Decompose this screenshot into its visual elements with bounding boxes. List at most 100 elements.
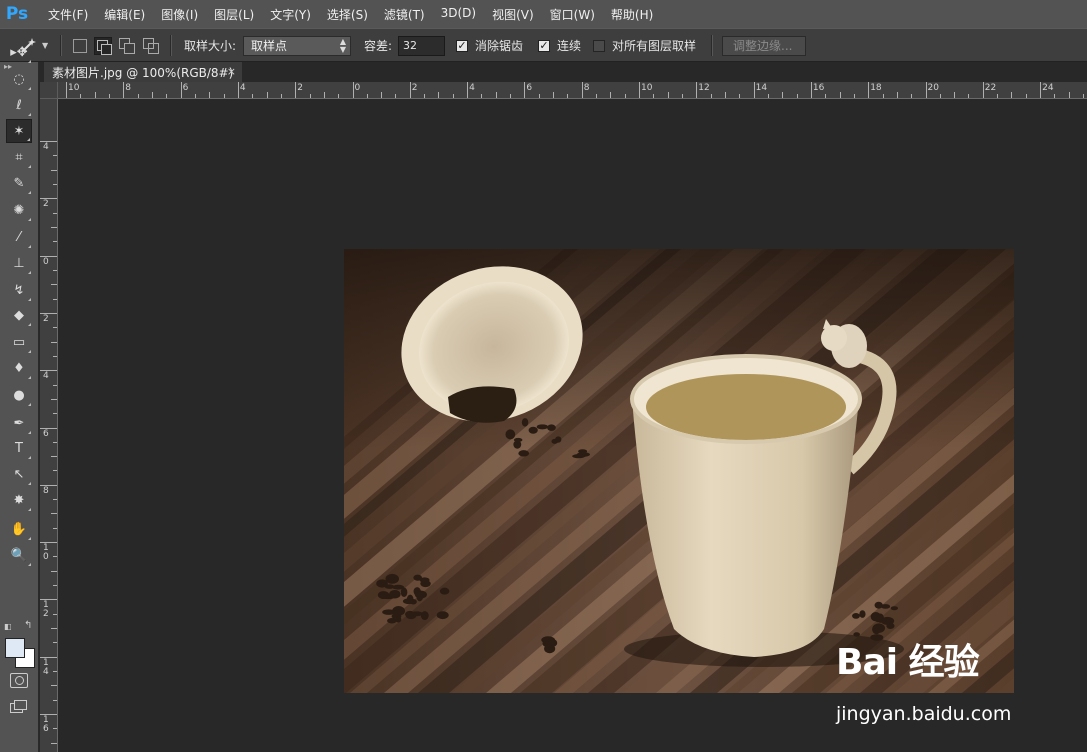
crop-tool-icon: ⌗ [15,149,23,165]
subtract-selection-icon [119,37,135,54]
ruler-label: 6 [526,83,533,93]
add-selection-icon [94,36,112,55]
anti-alias-check-icon: ✓ [456,38,468,52]
screen-mode-icon[interactable] [10,700,27,713]
sample-all-layers-checkbox[interactable]: 对所有图层取样 [593,29,696,62]
sample-size-dropdown[interactable]: 取样点 ▲ ▼ [243,35,351,56]
dodge-tool-icon: ● [13,387,25,403]
options-separator [60,35,62,56]
ruler-label: 10 [68,83,80,93]
eyedropper-tool[interactable]: ✎ [6,171,32,195]
menu-item[interactable]: 窗口(W) [542,6,603,23]
ruler-label: 4 [469,83,475,93]
pen-tool[interactable]: ✒ [6,411,32,435]
document-tab-title: 素材图片.jpg @ 100%(RGB/8#) [52,65,234,80]
menu-item[interactable]: 帮助(H) [603,6,661,23]
intersect-selection-mode[interactable] [143,29,159,62]
menu-item[interactable]: 视图(V) [484,6,542,23]
ruler-label: 12 [698,83,710,93]
default-colors-icon[interactable]: ◧ [4,622,12,631]
menu-bar: Ps 文件(F) 编辑(E) 图像(I) 图层(L) 文字(Y) 选择(S) 滤镜(T) 3D… [0,0,1087,28]
vertical-ruler[interactable]: 4 2 0 2 4 6 8 10 12 14 16 [40,99,58,752]
subtract-from-selection-mode[interactable] [119,29,135,62]
menu-item[interactable]: 编辑(E) [96,6,153,23]
contiguous-checkbox[interactable]: ✓ 连续 [538,29,581,62]
dodge-tool[interactable]: ● [6,383,32,407]
move-tool[interactable]: ▸✥ [6,40,32,64]
contiguous-check-icon: ✓ [538,38,550,52]
tolerance-input[interactable]: 32 [398,35,445,56]
document-tab-bar: 素材图片.jpg @ 100%(RGB/8#) × [40,62,1087,82]
eraser-tool[interactable]: ◆ [6,303,32,327]
menu-item[interactable]: 文字(Y) [262,6,319,23]
shape-tool[interactable]: ✸ [6,488,32,512]
swap-colors-icon[interactable]: ↰ [24,620,32,631]
toolbox: ▸▸ ▸✥ ◌ ℓ ✶ ⌗ ✎ ✺ ⁄ ⊥ ↯ ◆ ▭ ♦ ● ✒ T ↖ ✸ ✋ 🔍 ◧ ↰ [0,45,39,752]
magic-wand-tool-icon: ✶ [13,123,25,139]
type-tool-icon: T [15,440,23,456]
ruler-label: 14 [43,657,49,677]
menu-item[interactable]: 图层(L) [206,6,262,23]
intersect-selection-icon [143,37,159,54]
refine-edge-button[interactable]: 调整边缘... [722,35,806,56]
ruler-label: 10 [43,543,49,563]
gradient-tool[interactable]: ▭ [6,330,32,354]
quick-mask-icon[interactable] [10,673,28,688]
path-selection-tool-icon: ↖ [13,466,25,482]
document-tab[interactable]: 素材图片.jpg @ 100%(RGB/8#) × [44,62,242,82]
menu-item[interactable]: 滤镜(T) [376,6,433,23]
foreground-color[interactable] [5,638,25,658]
menu-item[interactable]: 选择(S) [319,6,376,23]
photoshop-logo: Ps [5,4,29,24]
blur-tool-icon: ♦ [13,360,25,376]
sample-size-label: 取样大小: [184,39,237,53]
menu-item[interactable]: 图像(I) [153,6,206,23]
options-separator [170,35,172,56]
type-tool[interactable]: T [6,436,32,460]
new-selection-mode[interactable] [73,29,87,62]
hand-tool[interactable]: ✋ [6,517,32,541]
options-separator [711,35,713,56]
horizontal-ruler[interactable]: 10 8 6 4 2 0 2 4 6 8 10 12 14 16 18 20 22 24 [58,82,1087,99]
zoom-tool[interactable]: 🔍 [6,543,32,567]
menu-items: 文件(F) 编辑(E) 图像(I) 图层(L) 文字(Y) 选择(S) 滤镜(T) 3D(D)… [40,6,661,23]
ruler-label: 22 [984,83,997,93]
watermark: Bai 经验 jingyan.baidu.com [836,633,1036,728]
add-to-selection-mode[interactable] [94,29,112,62]
anti-alias-checkbox[interactable]: ✓ 消除锯齿 [456,29,523,62]
ruler-label: 20 [927,83,939,93]
ruler-label: 6 [182,83,189,93]
ruler-label: 16 [43,715,49,734]
magic-wand-tool[interactable]: ✶ [6,119,32,143]
dropdown-arrows-icon: ▲ ▼ [339,36,346,54]
path-selection-tool[interactable]: ↖ [6,462,32,486]
ruler-label: 4 [43,371,49,382]
close-tab-icon[interactable]: × [227,65,236,78]
brush-tool[interactable]: ⁄ [6,225,32,249]
healing-brush-tool-icon: ✺ [13,202,25,218]
lasso-tool[interactable]: ℓ [6,93,32,117]
clone-stamp-tool[interactable]: ⊥ [6,251,32,275]
document-image[interactable] [344,249,1014,693]
ruler-label: 16 [812,83,825,93]
history-brush-tool-icon: ↯ [13,282,25,298]
marquee-tool[interactable]: ◌ [6,67,32,91]
menu-item[interactable]: 3D(D) [433,6,484,23]
history-brush-tool[interactable]: ↯ [6,278,32,302]
healing-brush-tool[interactable]: ✺ [6,198,32,222]
crop-tool[interactable]: ⌗ [6,145,32,169]
watermark-logo: Bai 经验 [836,642,980,683]
preset-dropdown-arrow-icon: ▼ [42,41,49,50]
ruler-label: 10 [641,83,653,93]
ruler-label: 2 [411,83,418,93]
color-swatches[interactable]: ◧ ↰ [4,620,36,668]
sample-all-layers-label: 对所有图层取样 [612,39,697,53]
ruler-label: 24 [1042,83,1054,93]
tolerance-value: 32 [403,39,417,52]
menu-item[interactable]: 文件(F) [40,6,96,23]
watermark-url: jingyan.baidu.com [836,703,1012,725]
move-tool-icon: ▸✥ [10,44,28,60]
ruler-origin[interactable] [40,82,58,99]
blur-tool[interactable]: ♦ [6,356,32,380]
clone-stamp-tool-icon: ⊥ [13,255,25,271]
